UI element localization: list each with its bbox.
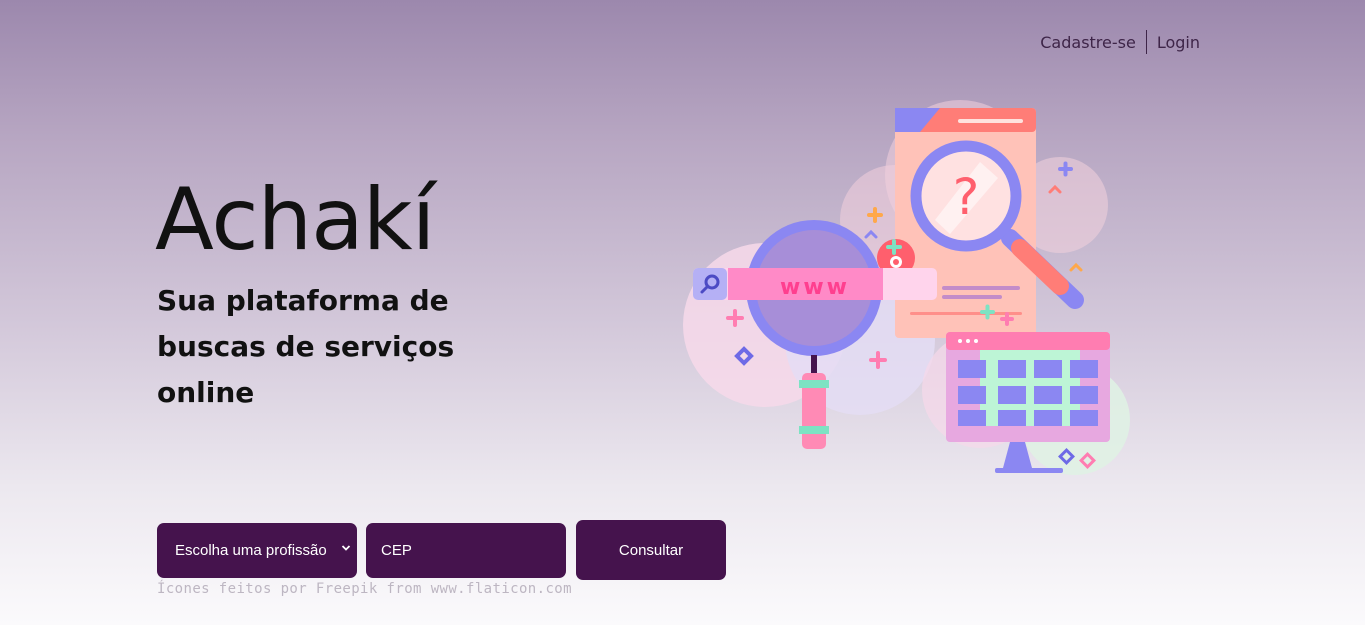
www-text: www [780,275,850,300]
question-mark-icon: ? [953,168,980,226]
url-bar: www [693,268,937,300]
top-nav: Cadastre-se Login [1040,30,1200,54]
consultar-button[interactable]: Consultar [576,520,726,580]
nav-divider [1145,30,1147,54]
profession-select-wrapper: Escolha uma profissão [157,523,357,578]
chevron-down-icon [341,545,351,551]
login-link[interactable]: Login [1157,33,1200,52]
hero-subtitle: Sua plataforma de buscas de serviços onl… [157,284,455,409]
icon-credits: Ícones feitos por Freepik from www.flati… [157,581,572,597]
signup-link[interactable]: Cadastre-se [1040,33,1136,52]
profession-select[interactable]: Escolha uma profissão [157,523,357,578]
app-title: Achakí [155,170,436,270]
cep-input[interactable] [366,523,566,578]
search-form: Escolha uma profissão Consultar [157,520,726,580]
search-services-illustration: ? www [683,100,1130,475]
